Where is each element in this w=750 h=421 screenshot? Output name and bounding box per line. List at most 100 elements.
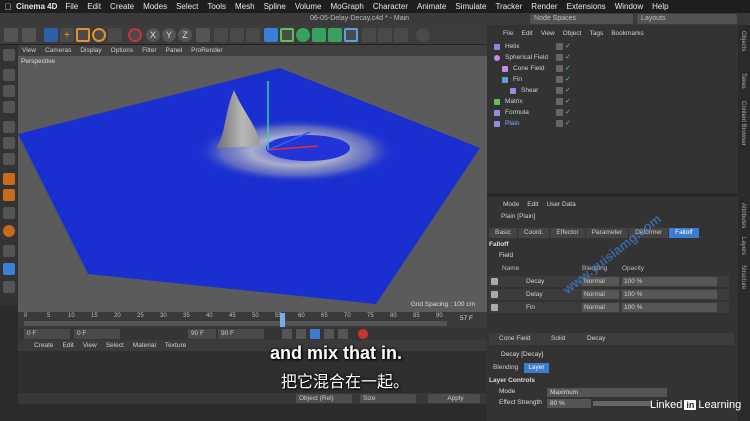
record-icon[interactable]	[358, 329, 368, 339]
visibility-dots[interactable]	[556, 87, 563, 94]
tab-effector[interactable]: Effector	[550, 228, 585, 238]
start-frame-field[interactable]: 0 F	[24, 329, 70, 339]
menu-mograph[interactable]: MoGraph	[331, 2, 364, 11]
layer-icon[interactable]	[3, 263, 15, 275]
coord-size-dropdown[interactable]: Size	[360, 394, 416, 403]
prev-key-icon[interactable]	[282, 329, 292, 339]
decay-button[interactable]: Decay	[587, 333, 605, 345]
menu-modes[interactable]: Modes	[143, 2, 167, 11]
pen-icon[interactable]	[280, 28, 294, 42]
points-mode-icon[interactable]	[3, 121, 15, 133]
material-area[interactable]	[18, 351, 487, 393]
timeline[interactable]: 0 5 10 15 20 25 30 35 40 45 50 55 60 65 …	[18, 312, 487, 328]
visibility-dots[interactable]	[556, 43, 563, 50]
tab-basic[interactable]: Basic	[489, 228, 517, 238]
tab-layer[interactable]: Layer	[524, 363, 549, 373]
menu-edit[interactable]: Edit	[87, 2, 101, 11]
viewport-menu-panel[interactable]: Panel	[166, 47, 183, 54]
object-row-cone-field[interactable]: Cone Field ✓	[490, 64, 736, 74]
enabled-check-icon[interactable]: ✓	[565, 75, 571, 85]
effect-strength-field[interactable]: 80 %	[547, 399, 591, 408]
enabled-check-icon[interactable]: ✓	[565, 86, 571, 96]
object-row-formula[interactable]: Formula ✓	[490, 108, 736, 118]
model-mode-icon[interactable]	[3, 69, 15, 81]
object-menu-bookmarks[interactable]: Bookmarks	[611, 30, 644, 37]
menu-character[interactable]: Character	[373, 2, 408, 11]
menu-spline[interactable]: Spline	[264, 2, 286, 11]
rotate-tool-icon[interactable]	[92, 28, 106, 42]
timeline-playhead[interactable]	[280, 313, 285, 327]
side-tab-content-browser[interactable]: Content Browser	[740, 101, 746, 146]
viewport-menu-view[interactable]: View	[22, 47, 36, 54]
menu-tracker[interactable]: Tracker	[495, 2, 522, 11]
material-menu-select[interactable]: Select	[106, 342, 124, 349]
menu-select[interactable]: Select	[176, 2, 198, 11]
layouts-dropdown[interactable]: Layouts	[637, 14, 737, 24]
side-tab-objects[interactable]: Objects	[740, 31, 746, 51]
solo-icon[interactable]	[3, 225, 15, 237]
timeline-track[interactable]	[24, 321, 447, 326]
object-row-shear[interactable]: Shear ✓	[490, 86, 736, 96]
menu-tools[interactable]: Tools	[207, 2, 226, 11]
attr-menu-user-data[interactable]: User Data	[546, 201, 575, 208]
visibility-dots[interactable]	[556, 120, 563, 127]
field-enable-checkbox[interactable]	[491, 278, 498, 285]
object-row-fin[interactable]: Fin ✓	[490, 75, 736, 85]
field-row-decay[interactable]: Decay Normal 100 %	[489, 276, 729, 287]
node-spaces-dropdown[interactable]: Node Spaces	[530, 14, 633, 24]
undo-icon[interactable]	[4, 28, 18, 42]
axis-mode-icon[interactable]	[3, 189, 15, 201]
render-picture-icon[interactable]	[230, 28, 244, 42]
cone-field-button[interactable]: Cone Field	[499, 333, 530, 345]
visibility-dots[interactable]	[556, 65, 563, 72]
side-tab-layers[interactable]: Layers	[740, 237, 746, 255]
enabled-check-icon[interactable]: ✓	[565, 53, 571, 63]
make-editable-icon[interactable]	[3, 49, 15, 61]
render-view-icon[interactable]	[214, 28, 228, 42]
max-frame-field[interactable]: 90 F	[218, 329, 264, 339]
polygons-mode-icon[interactable]	[3, 153, 15, 165]
edges-mode-icon[interactable]	[3, 137, 15, 149]
viewport-menu-cameras[interactable]: Cameras	[45, 47, 71, 54]
enabled-check-icon[interactable]: ✓	[565, 108, 571, 118]
apple-icon[interactable]: 	[0, 2, 16, 12]
menu-simulate[interactable]: Simulate	[455, 2, 486, 11]
material-menu-texture[interactable]: Texture	[165, 342, 186, 349]
workplane-icon[interactable]	[3, 101, 15, 113]
menu-volume[interactable]: Volume	[295, 2, 322, 11]
object-row-matrix[interactable]: Matrix ✓	[490, 97, 736, 107]
opacity-field[interactable]: 100 %	[622, 303, 717, 312]
object-menu-edit[interactable]: Edit	[521, 30, 532, 37]
enabled-check-icon[interactable]: ✓	[565, 97, 571, 107]
visibility-dots[interactable]	[556, 76, 563, 83]
object-row-helix[interactable]: Helix ✓	[490, 42, 736, 52]
scale-tool-icon[interactable]	[76, 28, 90, 42]
disable-icon[interactable]	[128, 28, 142, 42]
cube-icon[interactable]	[264, 28, 278, 42]
light-icon[interactable]	[416, 28, 430, 42]
render-settings-icon[interactable]	[246, 28, 260, 42]
material-menu-create[interactable]: Create	[34, 342, 54, 349]
current-frame-field[interactable]: 0 F	[74, 329, 120, 339]
viewport-menu-filter[interactable]: Filter	[142, 47, 156, 54]
side-tab-structure[interactable]: Structure	[740, 265, 746, 289]
object-menu-tags[interactable]: Tags	[589, 30, 603, 37]
visibility-dots[interactable]	[556, 98, 563, 105]
tab-blending[interactable]: Blending	[489, 363, 522, 373]
z-axis-icon[interactable]: Z	[178, 28, 192, 42]
object-row-spherical-field[interactable]: Spherical Field ✓	[490, 53, 736, 63]
opacity-field[interactable]: 100 %	[622, 290, 717, 299]
lock-icon[interactable]	[3, 245, 15, 257]
material-menu-edit[interactable]: Edit	[63, 342, 74, 349]
material-menu-view[interactable]: View	[83, 342, 97, 349]
coord-mode-dropdown[interactable]: Object (Rel)	[296, 394, 352, 403]
scene-icon[interactable]	[378, 28, 392, 42]
menu-mesh[interactable]: Mesh	[235, 2, 255, 11]
field-enable-checkbox[interactable]	[491, 291, 498, 298]
opacity-field[interactable]: 100 %	[622, 277, 717, 286]
texture-mode-icon[interactable]	[3, 85, 15, 97]
tab-coord[interactable]: Coord.	[517, 228, 550, 238]
side-tab-attributes[interactable]: Attributes	[740, 203, 746, 228]
camera-icon[interactable]	[394, 28, 408, 42]
app-name[interactable]: Cinema 4D	[16, 2, 57, 11]
